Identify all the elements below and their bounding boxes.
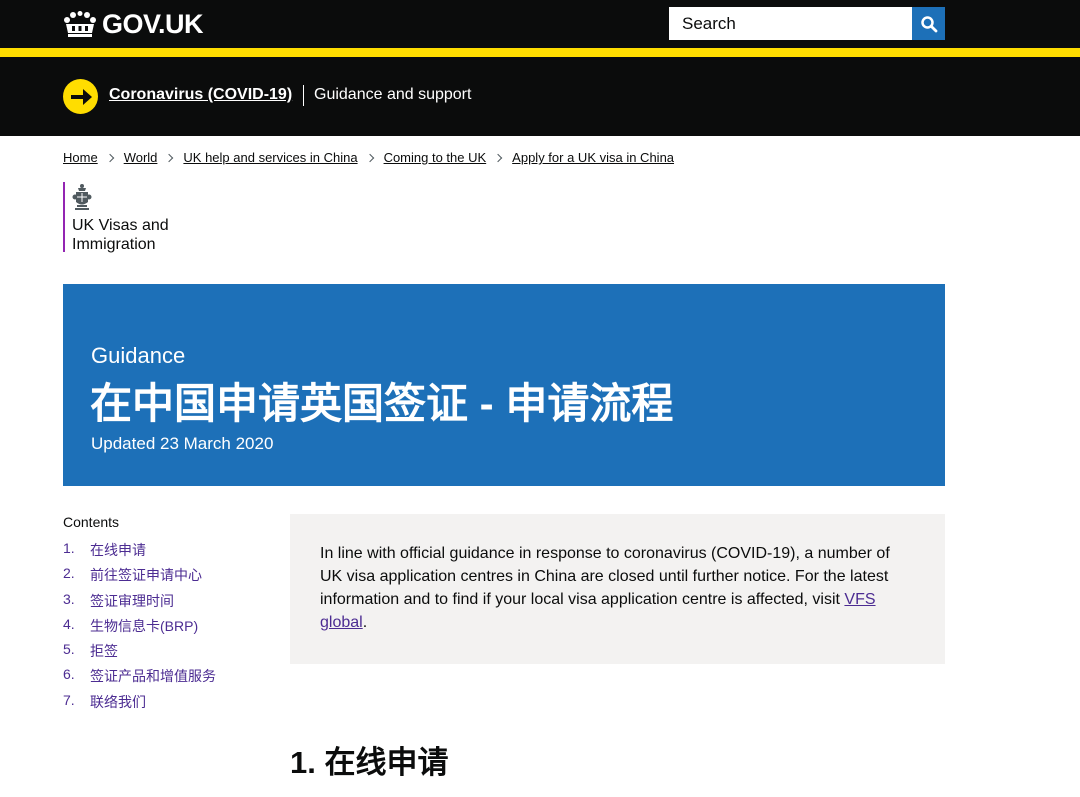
contents-number: 1. — [63, 540, 75, 556]
covid-banner: Coronavirus (COVID-19) Guidance and supp… — [0, 57, 1080, 136]
notice-text: In line with official guidance in respon… — [320, 545, 890, 608]
breadcrumb-home[interactable]: Home — [63, 150, 98, 165]
breadcrumb-apply-visa-china[interactable]: Apply for a UK visa in China — [512, 150, 674, 165]
search-input[interactable] — [669, 7, 912, 40]
contents-link-brp[interactable]: 生物信息卡(BRP) — [90, 616, 198, 636]
header-yellow-bar — [0, 48, 1080, 57]
logo-text: GOV.UK — [102, 8, 204, 39]
arrow-right-icon[interactable] — [63, 79, 98, 114]
chevron-right-icon — [165, 153, 174, 162]
covid-link[interactable]: Coronavirus (COVID-19) — [109, 86, 292, 104]
search-button[interactable] — [912, 7, 945, 40]
breadcrumb-uk-help-china[interactable]: UK help and services in China — [183, 150, 357, 165]
chevron-right-icon — [493, 153, 503, 162]
contents-item: 3. 签证审理时间 — [63, 591, 273, 616]
covid-divider — [303, 85, 304, 106]
contents-number: 7. — [63, 691, 75, 708]
contents-link-processing-time[interactable]: 签证审理时间 — [90, 591, 174, 611]
title-block: Guidance 在中国申请英国签证 - 申请流程 Updated 23 Mar… — [63, 284, 945, 486]
breadcrumb-coming-to-uk[interactable]: Coming to the UK — [384, 150, 487, 165]
site-header: GOV.UK — [0, 0, 1080, 48]
contents-item: 5. 拒签 — [63, 641, 273, 666]
contents-number: 3. — [63, 590, 75, 607]
royal-crest-icon — [72, 184, 92, 210]
chevron-right-icon — [365, 153, 374, 162]
updated-date: Updated 23 March 2020 — [91, 434, 274, 453]
breadcrumb: Home World UK help and services in China… — [63, 150, 674, 165]
section-heading-apply-online: 1. 在线申请 — [290, 745, 449, 780]
arrow-glyph — [70, 88, 92, 105]
contents-item: 1. 在线申请 — [63, 540, 273, 565]
breadcrumb-world[interactable]: World — [124, 150, 158, 165]
contents-item: 7. 联络我们 — [63, 692, 273, 717]
organisation-logo[interactable]: UK Visas and Immigration — [63, 182, 213, 253]
contents-number: 5. — [63, 641, 75, 658]
contents-item: 4. 生物信息卡(BRP) — [63, 616, 273, 641]
contents-link-apply-online[interactable]: 在线申请 — [90, 540, 146, 560]
contents-link-visa-products[interactable]: 签证产品和增值服务 — [90, 666, 216, 686]
contents-number: 6. — [63, 666, 75, 683]
contents-heading: Contents — [63, 514, 120, 530]
page-title: 在中国申请英国签证 - 申请流程 — [90, 380, 674, 427]
organisation-name: UK Visas and Immigration — [72, 217, 169, 253]
covid-subtext: Guidance and support — [314, 86, 472, 103]
search-icon — [920, 15, 937, 32]
chevron-right-icon — [105, 153, 114, 162]
contents-link-refusal[interactable]: 拒签 — [90, 641, 118, 661]
notice-text-end: . — [362, 614, 368, 631]
contents-link-visit-centre[interactable]: 前往签证申请中心 — [90, 565, 202, 585]
contents-nav: Contents 1. 在线申请 2. 前往签证申请中心 3. 签证审理时间 4… — [63, 514, 273, 717]
site-search — [669, 7, 945, 40]
govuk-logo-link[interactable]: GOV.UK — [63, 8, 204, 39]
contents-number: 2. — [63, 565, 75, 582]
contents-item: 6. 签证产品和增值服务 — [63, 666, 273, 691]
document-type: Guidance — [91, 343, 186, 368]
contents-item: 2. 前往签证申请中心 — [63, 565, 273, 590]
contents-list: 1. 在线申请 2. 前往签证申请中心 3. 签证审理时间 4. 生物信息卡(B… — [63, 540, 273, 717]
crown-icon — [64, 11, 96, 37]
contents-link-contact[interactable]: 联络我们 — [90, 692, 146, 712]
covid-notice-callout: In line with official guidance in respon… — [290, 514, 945, 664]
contents-number: 4. — [63, 615, 75, 632]
